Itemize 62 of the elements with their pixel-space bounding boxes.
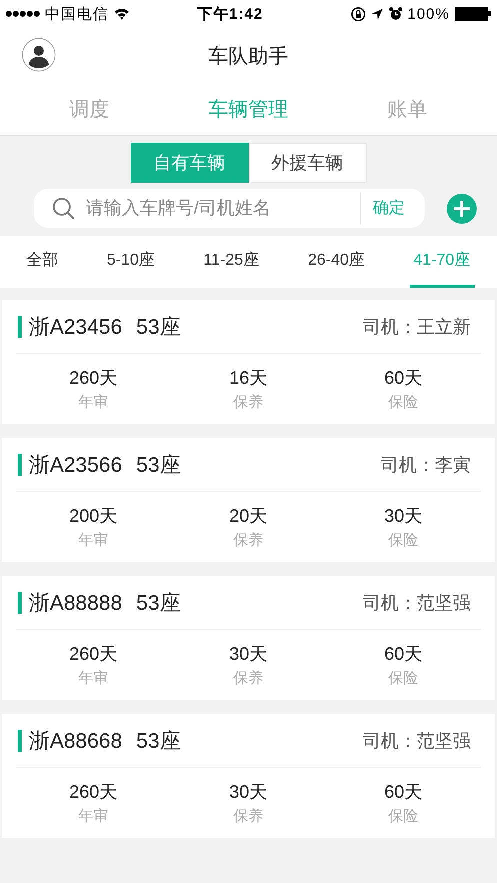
rotation-lock-icon <box>350 6 366 22</box>
stat-value: 30天 <box>229 781 268 804</box>
signal-icon <box>6 10 40 18</box>
stat-value: 60天 <box>384 367 423 390</box>
vehicle-card[interactable]: 浙A23456 53座 司机：王立新 260天 年审 16天 保养 60天 保险 <box>2 300 495 424</box>
stat-value: 30天 <box>384 505 423 528</box>
stat-label: 保养 <box>234 807 264 826</box>
seat-count: 53座 <box>136 728 181 754</box>
stat-value: 260天 <box>69 367 118 390</box>
stat-label: 年审 <box>78 393 108 412</box>
stat-label: 年审 <box>78 531 108 550</box>
stat-label: 保险 <box>388 807 418 826</box>
seat-filter-tab[interactable]: 5-10座 <box>102 236 160 288</box>
battery-icon <box>455 7 491 21</box>
vehicle-card[interactable]: 浙A23566 53座 司机：李寅 200天 年审 20天 保养 30天 保险 <box>2 438 495 562</box>
stat-label: 保养 <box>234 531 264 550</box>
segment-tab[interactable]: 外援车辆 <box>248 143 366 183</box>
stat-value: 30天 <box>229 643 268 666</box>
stat-value: 60天 <box>384 781 423 804</box>
wifi-icon <box>114 8 130 20</box>
stat-label: 年审 <box>78 669 108 688</box>
clock-time: 下午1:42 <box>197 4 264 24</box>
location-arrow-icon <box>370 8 384 20</box>
avatar-icon <box>22 38 56 72</box>
accent-bar <box>18 592 22 614</box>
accent-bar <box>18 730 22 752</box>
accent-bar <box>18 454 22 476</box>
stat-label: 保养 <box>234 393 264 412</box>
driver-name: 司机：范坚强 <box>363 592 472 614</box>
stat-value: 16天 <box>229 367 268 390</box>
seat-count: 53座 <box>136 314 181 340</box>
driver-name: 司机：王立新 <box>363 316 472 338</box>
stat-value: 60天 <box>384 643 423 666</box>
stat-label: 保险 <box>388 669 418 688</box>
battery-percent: 100% <box>408 6 450 22</box>
driver-name: 司机：范坚强 <box>363 730 472 752</box>
stat-label: 年审 <box>78 807 108 826</box>
stat-label: 保险 <box>388 393 418 412</box>
stat-value: 20天 <box>229 505 268 528</box>
plate-number: 浙A23456 <box>29 314 122 340</box>
stat-label: 保养 <box>234 669 264 688</box>
plate-number: 浙A88888 <box>29 590 122 616</box>
seat-filter-tab[interactable]: 26-40座 <box>304 236 369 288</box>
accent-bar <box>18 316 22 338</box>
stat-value: 200天 <box>69 505 118 528</box>
plate-number: 浙A23566 <box>29 452 122 478</box>
search-icon <box>52 196 76 220</box>
seat-count: 53座 <box>136 452 181 478</box>
add-icon[interactable] <box>447 194 477 224</box>
seat-filter-tab[interactable]: 全部 <box>22 236 62 288</box>
vehicle-card[interactable]: 浙A88668 53座 司机：范坚强 260天 年审 30天 保养 60天 保险 <box>2 714 495 838</box>
alarm-clock-icon <box>388 7 403 21</box>
stat-value: 260天 <box>69 781 118 804</box>
driver-name: 司机：李寅 <box>381 454 472 476</box>
plate-number: 浙A88668 <box>29 728 122 754</box>
seat-count: 53座 <box>136 590 181 616</box>
vehicle-card[interactable]: 浙A88888 53座 司机：范坚强 260天 年审 30天 保养 60天 保险 <box>2 576 495 700</box>
seat-filter-tab[interactable]: 11-25座 <box>200 236 264 288</box>
stat-label: 保险 <box>388 531 418 550</box>
carrier-name: 中国电信 <box>45 4 109 24</box>
app-title: 车队助手 <box>208 44 288 70</box>
stat-value: 260天 <box>69 643 118 666</box>
